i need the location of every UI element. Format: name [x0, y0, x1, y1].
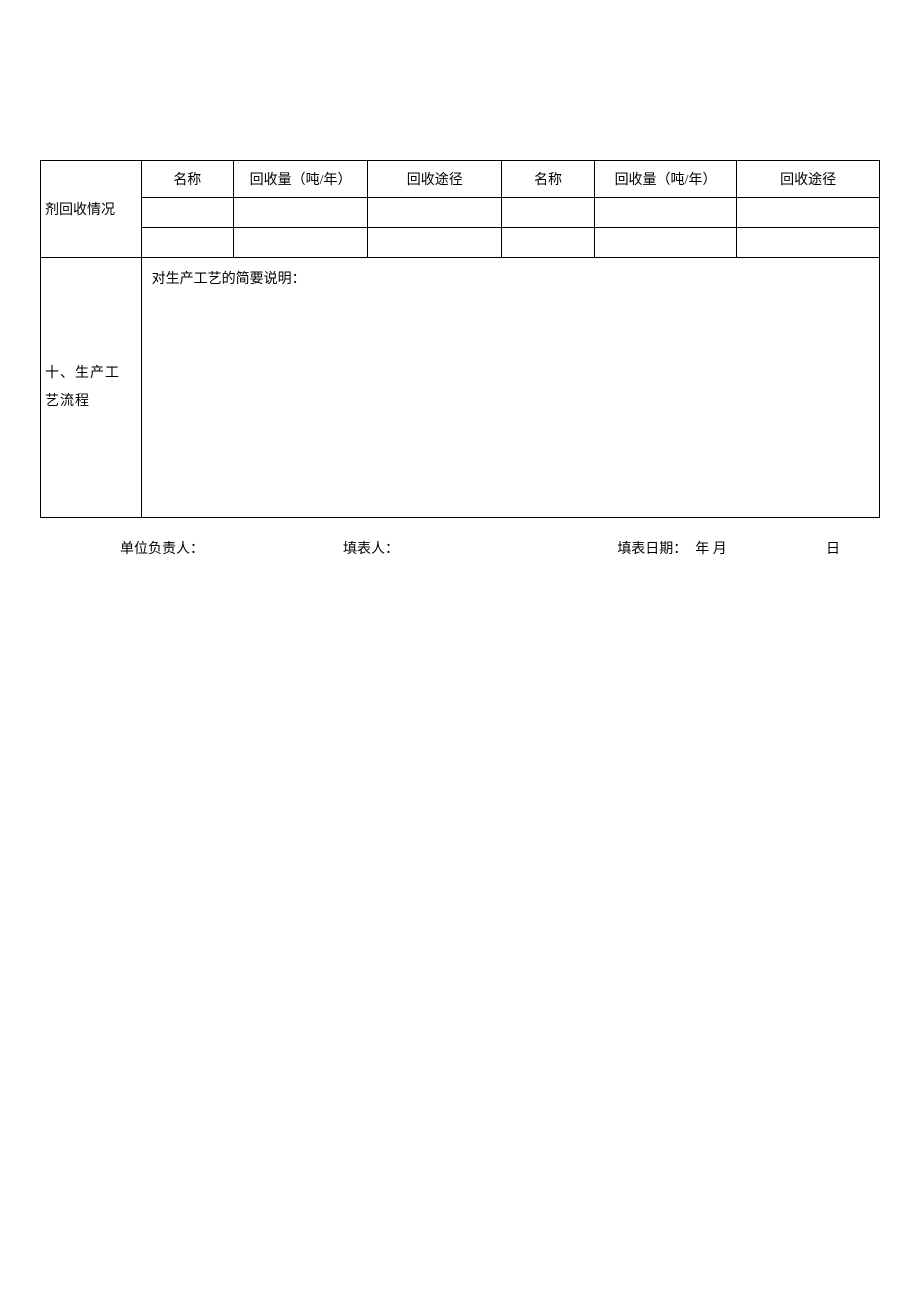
cell[interactable] — [502, 228, 594, 258]
cell[interactable] — [737, 198, 880, 228]
day: 日 — [826, 538, 840, 558]
amount-header-1: 回收量（吨/年） — [233, 161, 367, 198]
cell[interactable] — [502, 198, 594, 228]
year-month: 年 月 — [695, 538, 727, 558]
name-header-2: 名称 — [502, 161, 594, 198]
filler-label: 填表人： — [343, 538, 399, 558]
date-label: 填表日期： — [617, 538, 687, 558]
cell[interactable] — [368, 228, 502, 258]
responsible-label: 单位负责人： — [120, 538, 204, 558]
footer-line: 单位负责人： 填表人： 填表日期： 年 月 日 — [40, 538, 880, 558]
amount-header-2: 回收量（吨/年） — [594, 161, 737, 198]
data-row-1 — [41, 198, 880, 228]
cell[interactable] — [594, 198, 737, 228]
process-label: 十、生产工 艺流程 — [41, 258, 142, 518]
header-row: 剂回收情况 名称 回收量（吨/年） 回收途径 名称 回收量（吨/年） 回收途径 — [41, 161, 880, 198]
cell[interactable] — [233, 198, 367, 228]
process-row: 十、生产工 艺流程 对生产工艺的简要说明： — [41, 258, 880, 518]
cell[interactable] — [368, 198, 502, 228]
cell[interactable] — [233, 228, 367, 258]
recovery-status-label: 剂回收情况 — [41, 161, 142, 258]
name-header-1: 名称 — [141, 161, 233, 198]
data-row-2 — [41, 228, 880, 258]
cell[interactable] — [141, 198, 233, 228]
cell[interactable] — [594, 228, 737, 258]
cell[interactable] — [737, 228, 880, 258]
process-description[interactable]: 对生产工艺的简要说明： — [141, 258, 879, 518]
route-header-1: 回收途径 — [368, 161, 502, 198]
cell[interactable] — [141, 228, 233, 258]
form-table: 剂回收情况 名称 回收量（吨/年） 回收途径 名称 回收量（吨/年） 回收途径 … — [40, 160, 880, 518]
route-header-2: 回收途径 — [737, 161, 880, 198]
